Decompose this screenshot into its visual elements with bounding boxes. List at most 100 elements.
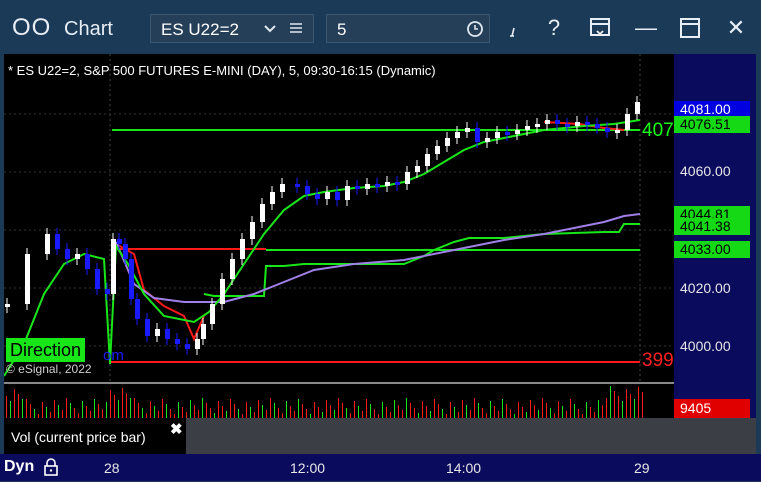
volume-bar <box>438 404 439 418</box>
level-value-red: 399 <box>642 350 674 371</box>
volume-bar <box>122 388 123 418</box>
clock-icon[interactable] <box>466 20 484 43</box>
volume-legend[interactable]: Vol (current price bar) ✖ <box>4 418 186 454</box>
dynamic-mode-label[interactable]: Dyn <box>4 458 34 476</box>
candle-body <box>625 114 630 130</box>
volume-bar <box>630 394 631 418</box>
interval-input[interactable]: 5 <box>326 14 490 43</box>
volume-bar <box>98 404 99 418</box>
price-chart[interactable]: * ES U22=2, S&P 500 FUTURES E-MINI (DAY)… <box>4 54 674 382</box>
candle-body <box>345 186 350 200</box>
time-axis[interactable]: Dyn 28 12:00 14:00 29 <box>0 454 761 481</box>
volume-bar <box>298 399 299 418</box>
volume-bar <box>642 392 643 418</box>
volume-bar <box>218 401 219 418</box>
volume-bar <box>562 406 563 418</box>
candle-body <box>280 184 285 192</box>
maximize-icon[interactable] <box>676 14 704 42</box>
volume-bar <box>162 399 163 418</box>
volume-bar <box>134 398 135 418</box>
candle-body <box>75 254 80 259</box>
volume-bar <box>318 407 319 418</box>
volume-bar <box>354 401 355 418</box>
candle-body <box>615 130 620 133</box>
candle-body <box>465 128 470 132</box>
candle-body <box>240 239 245 259</box>
direction-label[interactable]: Direction <box>6 338 86 362</box>
price-label: 4020.00 <box>680 280 731 296</box>
volume-bar <box>42 402 43 418</box>
volume-bar <box>602 405 603 418</box>
volume-bar <box>258 400 259 418</box>
volume-bar <box>226 411 227 418</box>
price-tag-text: 4076.51 <box>680 116 731 132</box>
volume-bar <box>66 398 67 418</box>
minimize-button[interactable]: — <box>632 14 660 42</box>
volume-bar <box>478 403 479 418</box>
volume-bar <box>610 386 611 418</box>
candle-body <box>111 239 116 294</box>
volume-bar <box>462 400 463 418</box>
volume-bar <box>58 405 59 418</box>
volume-bar <box>442 409 443 418</box>
candle-body <box>635 102 640 114</box>
price-axis[interactable]: 4081.00 4076.51 4060.00 4044.81 4041.38 … <box>674 54 756 382</box>
direction-label-tail: om <box>103 347 124 364</box>
volume-bar <box>522 407 523 418</box>
volume-bar <box>402 410 403 418</box>
page-menu-icon[interactable] <box>586 14 614 42</box>
volume-bar <box>14 389 15 418</box>
drawing-tool-icon[interactable] <box>500 14 528 42</box>
volume-bar <box>290 406 291 418</box>
candle-body <box>385 182 390 186</box>
lock-icon[interactable] <box>42 457 60 482</box>
symbol-list-icon[interactable] <box>289 18 303 43</box>
candle-body <box>325 192 330 199</box>
volume-bar <box>614 391 615 418</box>
volume-bar <box>634 399 635 418</box>
volume-bar <box>482 408 483 418</box>
volume-bar <box>314 402 315 418</box>
candle-body <box>535 124 540 127</box>
candle-body <box>270 192 275 204</box>
volume-bar <box>150 401 151 418</box>
volume-bar <box>590 407 591 418</box>
volume-bar <box>190 400 191 418</box>
volume-pane[interactable] <box>4 382 674 418</box>
candle-body <box>565 124 570 127</box>
volume-bar <box>422 401 423 418</box>
volume-bar <box>518 402 519 418</box>
volume-bar <box>18 394 19 418</box>
volume-bar <box>474 398 475 418</box>
candle-body <box>475 128 480 142</box>
volume-bar <box>250 407 251 418</box>
volume-bar <box>238 409 239 418</box>
candle-body <box>375 184 380 187</box>
volume-bar <box>334 410 335 418</box>
volume-bar <box>538 410 539 418</box>
volume-bar <box>426 406 427 418</box>
chevron-down-icon[interactable] <box>263 19 277 43</box>
help-button[interactable]: ? <box>540 14 568 42</box>
price-tag: 4041.38 <box>674 218 750 235</box>
volume-bar <box>382 402 383 418</box>
volume-bar <box>202 398 203 418</box>
symbol-input[interactable]: ES U22=2 <box>150 14 314 43</box>
volume-bar <box>102 409 103 418</box>
price-tag-text: 4041.38 <box>680 218 731 234</box>
volume-bar <box>222 406 223 418</box>
close-icon[interactable]: ✖ <box>170 420 183 438</box>
candle-body <box>365 184 370 189</box>
volume-bar <box>498 411 499 418</box>
close-button[interactable]: ✕ <box>722 14 750 42</box>
volume-bar <box>490 401 491 418</box>
price-tag-text: 4081.00 <box>680 101 731 117</box>
volume-bar <box>234 404 235 418</box>
volume-bar <box>342 403 343 418</box>
volume-bar <box>546 403 547 418</box>
candlestick-series <box>5 96 640 355</box>
volume-bar <box>286 401 287 418</box>
candle-body <box>605 128 610 132</box>
volume-bar <box>326 400 327 418</box>
volume-bar <box>154 406 155 418</box>
